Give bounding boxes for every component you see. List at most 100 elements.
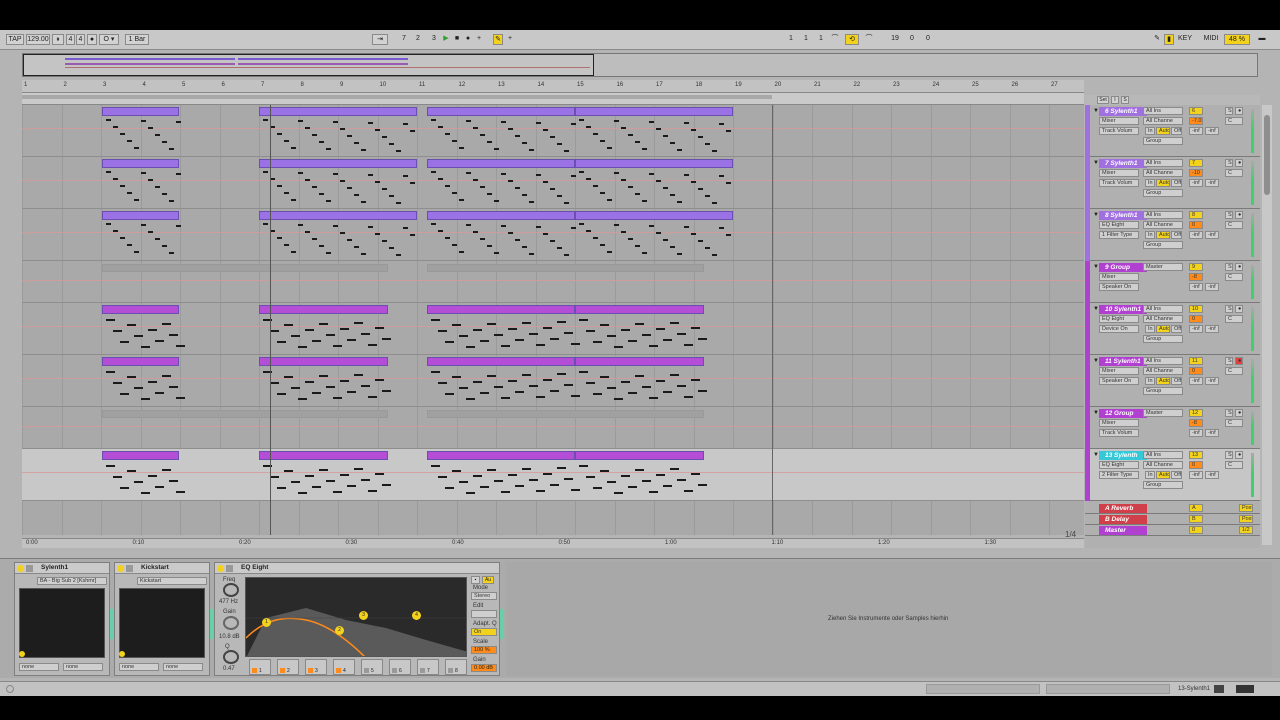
mixer-track[interactable]: ▼ 12 Group Mixer Track Volum Master 12 -8 -inf -… [1085, 407, 1260, 449]
eq-band-3-handle[interactable]: 3 [359, 611, 368, 620]
midi-map-button[interactable]: MIDI [1202, 34, 1220, 45]
send-b[interactable]: -inf [1205, 429, 1219, 437]
eq-band-toggle[interactable]: 2 [277, 659, 299, 675]
control-chooser[interactable]: Speaker On [1099, 283, 1139, 291]
midi-clip[interactable] [575, 357, 704, 366]
mixer-track[interactable]: ▼ 11 Sylenth1 Mixer Speaker On All Ins All Ch… [1085, 355, 1260, 407]
solo-button[interactable]: S [1225, 451, 1233, 459]
track-name[interactable]: 13 Sylenth [1099, 451, 1147, 460]
signature-denominator[interactable]: 4 [76, 34, 85, 45]
mode-select[interactable]: Stereo [471, 592, 497, 600]
output-select[interactable]: Group [1143, 241, 1183, 249]
wrench-icon[interactable] [226, 565, 233, 572]
send-a[interactable]: -inf [1189, 471, 1203, 479]
control-chooser[interactable]: Track Volum [1099, 179, 1139, 187]
monitor-auto-button[interactable]: Auto [1156, 325, 1170, 333]
re-enable-automation[interactable]: + [505, 34, 515, 45]
beat-time-ruler[interactable]: 1 2 3 4 5 6 7 8 9 10 11 12 13 14 15 16 17 18 19 20 21 22 23 24 2… [22, 80, 1084, 93]
wrench-icon[interactable] [26, 565, 33, 572]
solo-button[interactable]: S [1225, 159, 1233, 167]
midi-clip[interactable] [427, 159, 575, 168]
io-toggle-icon[interactable]: I [1111, 96, 1119, 104]
input-type-select[interactable]: All Ins [1143, 305, 1183, 313]
send-b[interactable]: -inf [1205, 325, 1219, 333]
input-type-select[interactable]: All Ins [1143, 159, 1183, 167]
device-on-icon[interactable] [17, 565, 24, 572]
midi-clip[interactable] [259, 159, 417, 168]
monitor-auto-button[interactable]: Auto [1156, 471, 1170, 479]
device-drop-area[interactable]: Ziehen Sie Instrumente oder Samples hier… [506, 562, 1272, 676]
group-clip[interactable] [102, 410, 388, 418]
device-chooser[interactable]: Mixer [1099, 117, 1139, 125]
midi-clip[interactable] [427, 305, 575, 314]
monitor-off-button[interactable]: Off [1171, 127, 1182, 135]
monitor-in-button[interactable]: In [1145, 179, 1155, 187]
solo-button[interactable]: S [1225, 107, 1233, 115]
output-select[interactable]: Group [1143, 335, 1183, 343]
pan-knob[interactable]: C [1225, 221, 1243, 229]
midi-clip[interactable] [102, 357, 179, 366]
view-toggle-icon[interactable] [1214, 685, 1224, 693]
stop-button[interactable]: ■ [452, 34, 462, 45]
eq-band-toggle[interactable]: 5 [361, 659, 383, 675]
monitor-auto-button[interactable]: Auto [1156, 179, 1170, 187]
control-chooser[interactable]: Device On [1099, 325, 1139, 333]
send-b[interactable]: -inf [1205, 471, 1219, 479]
loop-length-sixteenth[interactable]: 0 [922, 34, 934, 45]
track-volume[interactable]: 0 [1189, 315, 1203, 323]
macro-select-1[interactable]: none [19, 663, 59, 671]
output-gain-field[interactable]: 0.00 dB [471, 664, 497, 672]
arm-button[interactable]: ● [1235, 409, 1243, 417]
edit-select[interactable] [471, 610, 497, 618]
tap-button[interactable]: TAP [6, 34, 24, 45]
group-clip[interactable] [427, 410, 704, 418]
mixer-track[interactable]: ▼ 13 Sylenth EQ Eight 2 Filter Type All Ins A… [1085, 449, 1260, 501]
track-volume[interactable]: 0 [1189, 461, 1203, 469]
monitor-in-button[interactable]: In [1145, 325, 1155, 333]
play-button[interactable]: ▶ [441, 34, 451, 45]
return-track-name[interactable]: Master [1099, 526, 1147, 535]
return-track-name[interactable]: B Delay [1099, 515, 1147, 524]
mixer-track[interactable]: ▼ 9 Group Mixer Speaker On Master 9 -8 -inf -inf… [1085, 261, 1260, 303]
q-knob[interactable] [223, 650, 239, 664]
send-a[interactable]: -inf [1189, 325, 1203, 333]
pan-knob[interactable]: C [1225, 273, 1243, 281]
computer-midi-keyboard[interactable]: ▮ [1164, 34, 1174, 45]
send-b[interactable]: -inf [1205, 179, 1219, 187]
loop-length-bar[interactable]: 19 [888, 34, 902, 45]
eq-band-toggle[interactable]: 3 [305, 659, 327, 675]
send-b[interactable]: -inf [1205, 377, 1219, 385]
time-ruler[interactable]: 0:00 0:10 0:20 0:30 0:40 0:50 1:00 1:10 1:20 1:30… [22, 538, 1103, 548]
arm-button[interactable]: ● [1235, 159, 1243, 167]
input-type-select[interactable]: All Ins [1143, 211, 1183, 219]
track-name[interactable]: 12 Group [1099, 409, 1147, 418]
send-a[interactable]: -inf [1189, 179, 1203, 187]
track-volume[interactable]: -7.05 [1189, 117, 1203, 125]
monitor-auto-button[interactable]: Auto [1156, 127, 1170, 135]
track-volume[interactable]: -8 [1189, 273, 1203, 281]
input-type-select[interactable]: All Ins [1143, 107, 1183, 115]
solo-button[interactable]: S [1225, 305, 1233, 313]
output-select[interactable]: Group [1143, 137, 1183, 145]
sends-toggle-icon[interactable]: S [1121, 96, 1129, 104]
send-a[interactable]: -inf [1189, 231, 1203, 239]
pan-knob[interactable]: C [1225, 461, 1243, 469]
device-chooser[interactable]: Mixer [1099, 367, 1139, 375]
loop-switch[interactable]: ⟲ [845, 34, 859, 45]
midi-clip[interactable] [259, 305, 388, 314]
eq-band-toggle[interactable]: 6 [389, 659, 411, 675]
monitor-off-button[interactable]: Off [1171, 377, 1182, 385]
control-chooser[interactable]: 1 Filter Type [1099, 231, 1139, 239]
solo-button[interactable]: S [1225, 409, 1233, 417]
control-chooser[interactable]: Track Volum [1099, 127, 1139, 135]
midi-clip[interactable] [575, 211, 733, 220]
macro-select-2[interactable]: none [63, 663, 103, 671]
return-track[interactable]: Master 0 1/2 [1085, 525, 1260, 536]
track-activator[interactable]: 10 [1189, 305, 1203, 313]
follow-button[interactable]: ⇥ [372, 34, 388, 45]
arm-button[interactable]: ● [1235, 107, 1243, 115]
scale-field[interactable]: 100 % [471, 646, 497, 654]
position-sixteenth[interactable]: 3 [428, 34, 440, 45]
control-chooser[interactable]: 2 Filter Type [1099, 471, 1139, 479]
draw-mode-icon[interactable]: ✎ [1152, 34, 1162, 45]
